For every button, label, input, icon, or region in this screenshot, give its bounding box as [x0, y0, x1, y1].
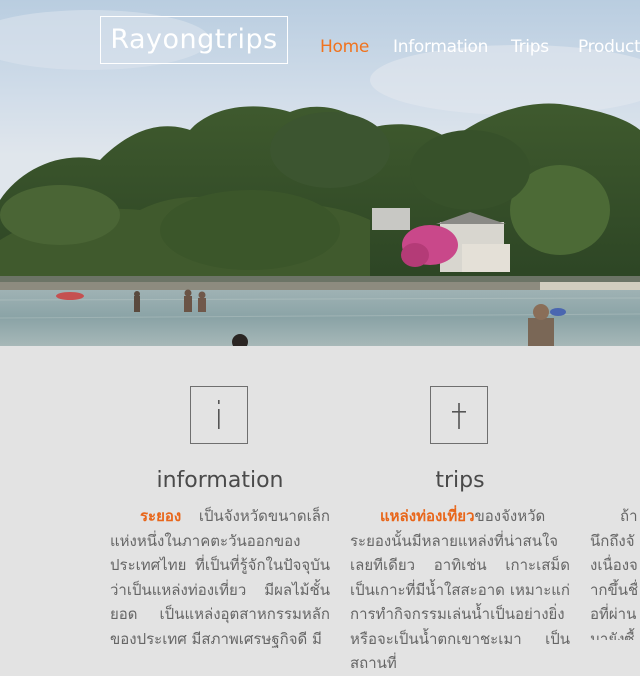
nav-home[interactable]: Home — [320, 37, 369, 57]
nav-product[interactable]: Product — [578, 37, 640, 57]
feature-title: trips — [435, 468, 485, 493]
feature-body: เป็นจังหวัดขนาดเล็กแห่งหนึ่งในภาคตะวันออ… — [110, 507, 330, 648]
feature-title: information — [156, 468, 284, 493]
feature-highlight: ระยอง — [140, 507, 182, 525]
info-icon — [190, 386, 248, 444]
nav-information[interactable]: Information — [393, 37, 488, 57]
feature-body: ถ้านึกถึงจังเนื่องจากขึ้นชื่อที่ผ่านมายั… — [590, 507, 639, 640]
feature-description: ระยอง เป็นจังหวัดขนาดเล็กแห่งหนึ่งในภาคต… — [110, 504, 330, 651]
feature-description: ถ้านึกถึงจังเนื่องจากขึ้นชื่อที่ผ่านมายั… — [590, 504, 640, 640]
dagger-icon — [430, 386, 488, 444]
feature-products: ถ้านึกถึงจังเนื่องจากขึ้นชื่อที่ผ่านมายั… — [590, 386, 640, 640]
feature-description: แหล่งท่องเที่ยวของจังหวัดระยองนั้นมีหลาย… — [350, 504, 570, 676]
site-logo[interactable]: Rayongtrips — [100, 16, 288, 64]
feature-body: ของจังหวัดระยองนั้นมีหลายแหล่งที่น่าสนใจ… — [350, 507, 570, 672]
nav-trips[interactable]: Trips — [511, 37, 549, 57]
feature-highlight: แหล่งท่องเที่ยว — [380, 507, 475, 525]
